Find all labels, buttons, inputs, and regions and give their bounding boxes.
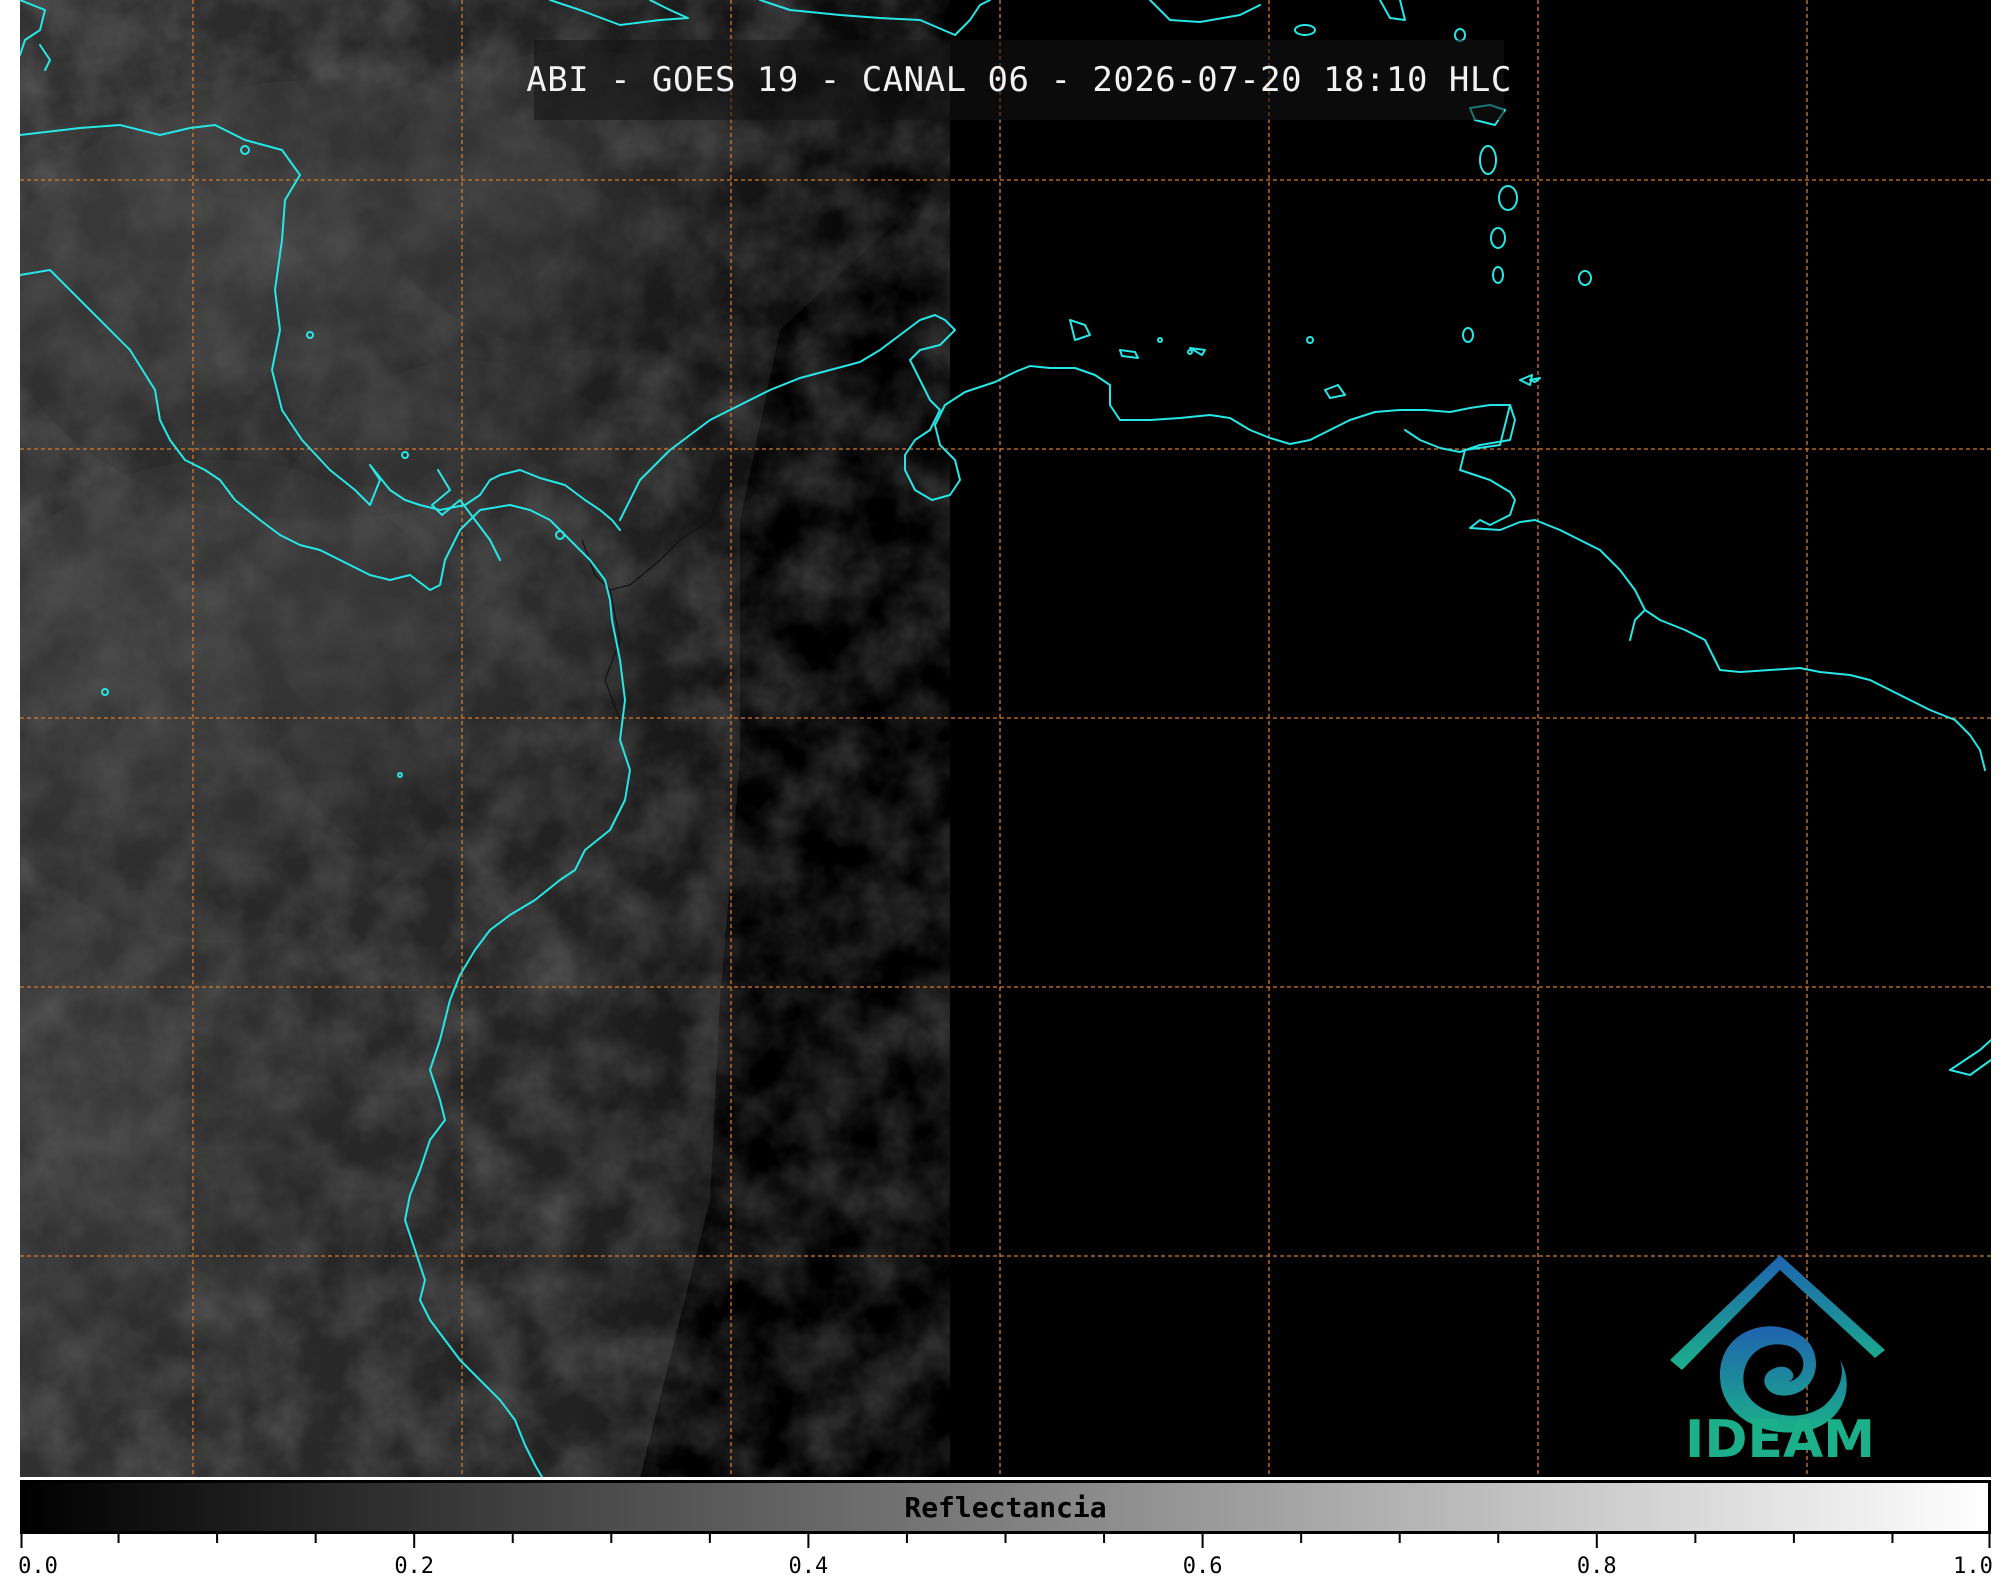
colorbar: Reflectancia [20, 1480, 1991, 1534]
colorbar-tick-label: 0.0 [18, 1554, 58, 1579]
colorbar-tick-label: 0.6 [1182, 1554, 1223, 1579]
map-title: ABI - GOES 19 - CANAL 06 - 2026-07-20 18… [526, 60, 1512, 100]
colorbar-tick-label: 0.2 [394, 1554, 435, 1579]
colorbar-tick-label: 1.0 [1953, 1554, 1993, 1579]
colorbar-label: Reflectancia [904, 1490, 1107, 1524]
colorbar-tick-label: 0.4 [788, 1554, 829, 1579]
colorbar-tick-label: 0.8 [1576, 1554, 1617, 1579]
ideam-logo-text: IDEAM [1684, 1410, 1876, 1470]
colorbar-ticks: 0.0 0.2 0.4 0.6 0.8 1.0 [18, 1534, 1993, 1579]
colorbar-tick-marks [20, 1534, 1991, 1548]
